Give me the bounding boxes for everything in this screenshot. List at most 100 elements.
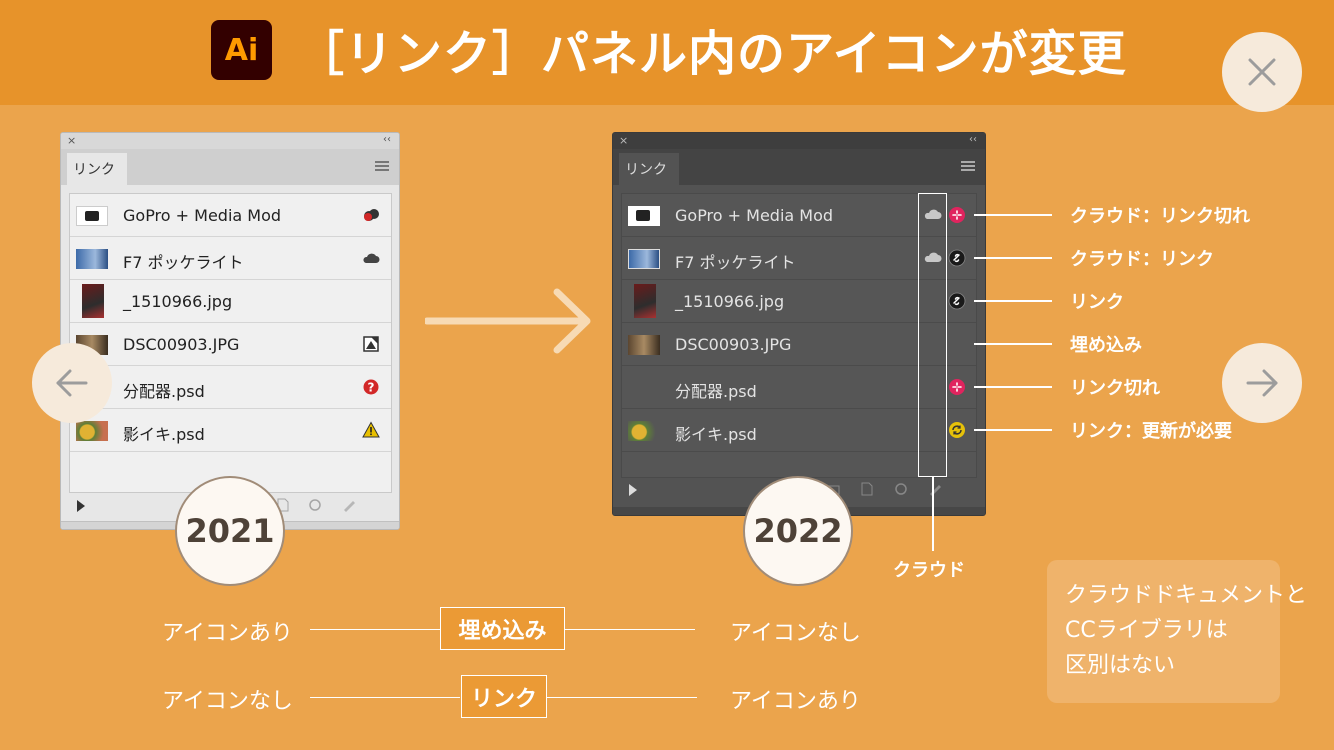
note-line: クラウドドキュメントと: [1065, 583, 1308, 608]
page-title: ［リンク］パネル内のアイコンが変更: [296, 26, 1127, 82]
panel-titlebar: × ‹‹: [613, 133, 985, 149]
item-name: F7 ポッケライト: [675, 253, 796, 272]
broken-link-icon: [949, 207, 965, 223]
list-item[interactable]: GoPro + Media Mod: [70, 194, 391, 237]
arrow-left-icon: [56, 369, 88, 397]
play-icon[interactable]: [77, 500, 85, 512]
comparison-line: [565, 629, 695, 630]
links-list: GoPro + Media Mod F7 ポッケライト _1510966.jpg…: [69, 193, 392, 493]
comparison-right: アイコンあり: [730, 689, 861, 714]
header-bar: Ai ［リンク］パネル内のアイコンが変更: [0, 0, 1334, 105]
update-link-icon[interactable]: [307, 497, 323, 513]
thumbnail: [82, 284, 104, 318]
callout-line: [974, 429, 1052, 431]
prev-button[interactable]: [32, 343, 112, 423]
edit-original-icon[interactable]: [341, 497, 357, 513]
update-needed-icon: [949, 422, 965, 438]
link-icon: [948, 292, 966, 310]
close-button[interactable]: [1222, 32, 1302, 112]
comparison-line: [310, 629, 440, 630]
item-name: _1510966.jpg: [123, 292, 233, 311]
comparison-left: アイコンなし: [162, 689, 293, 714]
list-item[interactable]: F7 ポッケライト: [70, 237, 391, 280]
tab-links[interactable]: リンク: [67, 153, 127, 187]
illustrator-logo: Ai: [211, 20, 272, 80]
note-line: CCライブラリは: [1065, 618, 1228, 643]
link-icon: [948, 249, 966, 267]
legend-update: リンク：更新が必要: [1070, 421, 1232, 442]
year-badge-2021: 2021: [175, 476, 285, 586]
comparison-left: アイコンあり: [162, 621, 293, 646]
panel-menu-icon[interactable]: [961, 161, 975, 171]
missing-link-icon: ?: [363, 379, 379, 395]
update-link-icon[interactable]: [893, 481, 909, 497]
panel-close-icon[interactable]: ×: [619, 134, 628, 147]
thumbnail: [634, 284, 656, 318]
item-name: DSC00903.JPG: [675, 335, 792, 354]
cloud-callout-line: [932, 477, 934, 551]
embedded-icon: [363, 336, 379, 352]
callout-line: [974, 214, 1052, 216]
legend-link: リンク: [1070, 292, 1124, 313]
goto-link-icon[interactable]: [859, 481, 875, 497]
item-name: 分配器.psd: [123, 382, 205, 401]
thumbnail: [76, 249, 108, 269]
list-item[interactable]: DSC00903.JPG: [70, 323, 391, 366]
play-icon[interactable]: [629, 484, 637, 496]
legend-cloud-link: クラウド：リンク: [1070, 249, 1214, 270]
arrow-right-big-icon: [425, 288, 591, 354]
callout-line: [974, 386, 1052, 388]
handwritten-note: クラウドドキュメントと CCライブラリは 区別はない: [1047, 560, 1308, 703]
item-name: 影イキ.psd: [675, 425, 757, 444]
edit-original-icon[interactable]: [927, 481, 943, 497]
comparison-line: [547, 697, 697, 698]
panel-menu-icon[interactable]: [375, 161, 389, 171]
cloud-column-label: クラウド: [893, 560, 965, 581]
comparison-link-box: リンク: [461, 675, 547, 718]
thumbnail: [76, 206, 108, 226]
thumbnail: [628, 249, 660, 269]
callout-line: [974, 343, 1052, 345]
item-name: 影イキ.psd: [123, 425, 205, 444]
close-icon: [1248, 58, 1276, 86]
list-item[interactable]: 分配器.psd ?: [70, 366, 391, 409]
cloud-icon: [363, 253, 380, 263]
modified-warning-icon: [362, 421, 380, 438]
thumbnail: [628, 206, 660, 226]
list-item[interactable]: _1510966.jpg: [70, 280, 391, 323]
thumbnail: [628, 421, 660, 441]
thumbnail: [76, 421, 108, 441]
panel-titlebar: × ‹‹: [61, 133, 399, 149]
panel-collapse-icon[interactable]: ‹‹: [383, 134, 391, 145]
panel-tabbar: リンク: [61, 149, 399, 187]
broken-link-icon: [949, 379, 965, 395]
note-line: 区別はない: [1065, 653, 1176, 678]
links-panel-2021: × ‹‹ リンク GoPro + Media Mod F7 ポッケライト _15…: [60, 132, 400, 530]
cloud-link-broken-icon: [364, 209, 379, 221]
thumbnail: [628, 335, 660, 355]
panel-tabbar: リンク: [613, 149, 985, 187]
legend-cloud-broken: クラウド：リンク切れ: [1070, 206, 1250, 227]
panel-close-icon[interactable]: ×: [67, 134, 76, 147]
tab-links[interactable]: リンク: [619, 153, 679, 187]
panel-collapse-icon[interactable]: ‹‹: [969, 134, 977, 145]
item-name: _1510966.jpg: [675, 292, 785, 311]
comparison-right: アイコンなし: [730, 621, 861, 646]
legend-broken: リンク切れ: [1070, 378, 1160, 399]
cloud-column-highlight: [918, 193, 947, 477]
svg-text:?: ?: [368, 381, 375, 395]
year-badge-2022: 2022: [743, 476, 853, 586]
comparison-embedded-box: 埋め込み: [440, 607, 565, 650]
legend-embedded: 埋め込み: [1070, 335, 1142, 356]
item-name: GoPro + Media Mod: [675, 206, 834, 225]
callout-line: [974, 300, 1052, 302]
next-button[interactable]: [1222, 343, 1302, 423]
callout-line: [974, 257, 1052, 259]
item-name: GoPro + Media Mod: [123, 206, 282, 225]
item-name: DSC00903.JPG: [123, 335, 240, 354]
item-name: F7 ポッケライト: [123, 253, 244, 272]
arrow-right-icon: [1246, 369, 1278, 397]
list-item[interactable]: 影イキ.psd: [70, 409, 391, 452]
item-name: 分配器.psd: [675, 382, 757, 401]
comparison-line: [310, 697, 460, 698]
